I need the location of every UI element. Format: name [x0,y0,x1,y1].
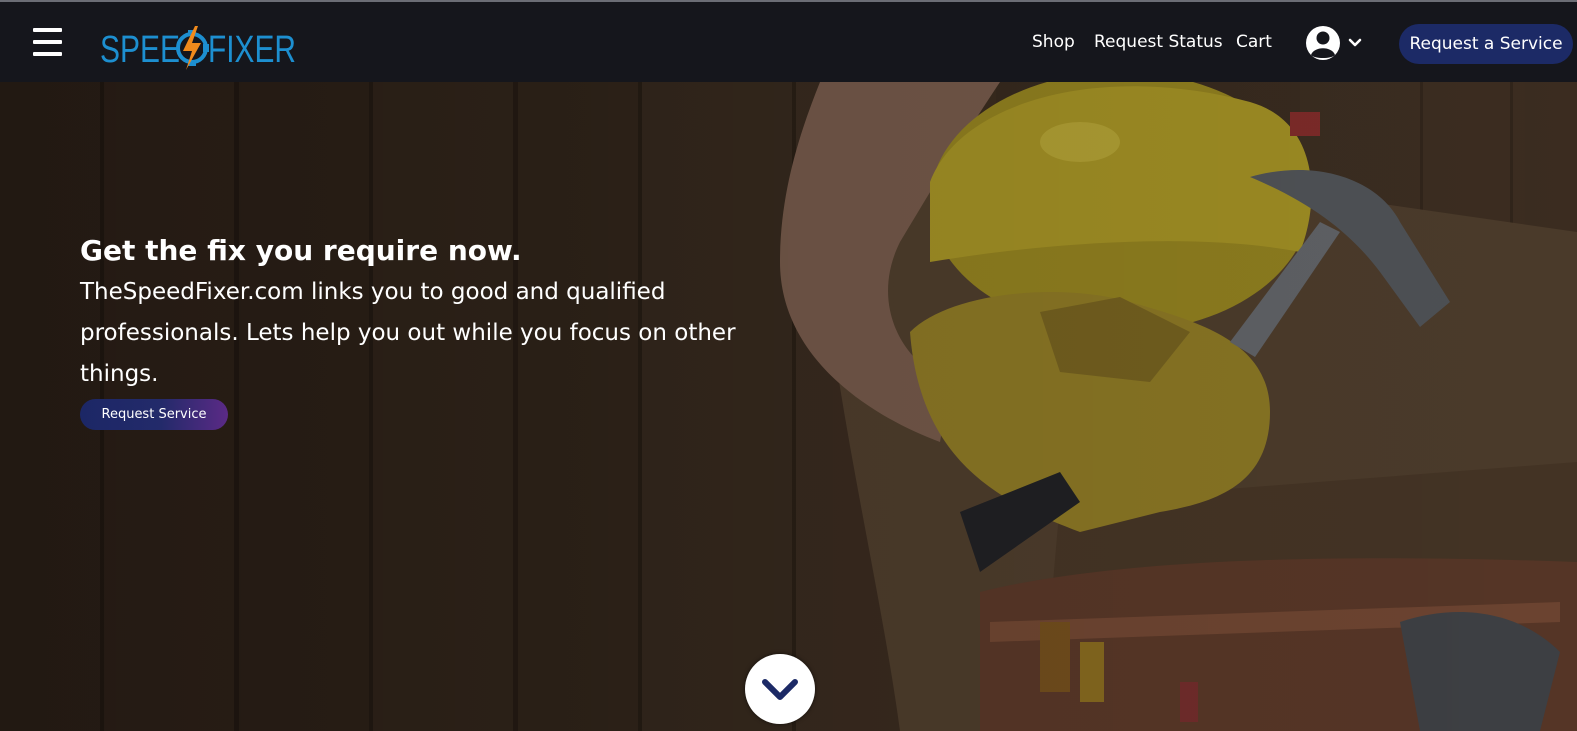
nav-link-request-status[interactable]: Request Status [1094,32,1223,52]
top-navbar: SPEE FIXER Shop Request Status Cart Requ… [0,2,1577,82]
logo-text-left: SPEE [100,29,180,71]
hero-description: TheSpeedFixer.com links you to good and … [80,279,736,387]
hamburger-menu-icon[interactable] [33,28,62,56]
chevron-down-icon [1348,38,1362,47]
chevron-down-icon [762,679,798,700]
hero-background-image [0,82,1577,731]
nav-link-shop[interactable]: Shop [1032,32,1075,52]
scroll-down-button[interactable] [745,654,815,724]
request-service-button[interactable]: Request Service [80,399,228,430]
lightning-gear-icon [176,26,209,70]
speedfixer-logo[interactable]: SPEE FIXER [100,24,300,74]
request-a-service-button[interactable]: Request a Service [1399,24,1573,64]
account-menu[interactable] [1306,24,1366,62]
hero-section: Get the fix you require now. TheSpeedFix… [0,82,1577,731]
user-circle-icon [1306,26,1340,60]
hero-title: Get the fix you require now. [80,234,522,267]
logo-text-right: FIXER [208,29,296,71]
nav-link-cart[interactable]: Cart [1236,32,1272,52]
